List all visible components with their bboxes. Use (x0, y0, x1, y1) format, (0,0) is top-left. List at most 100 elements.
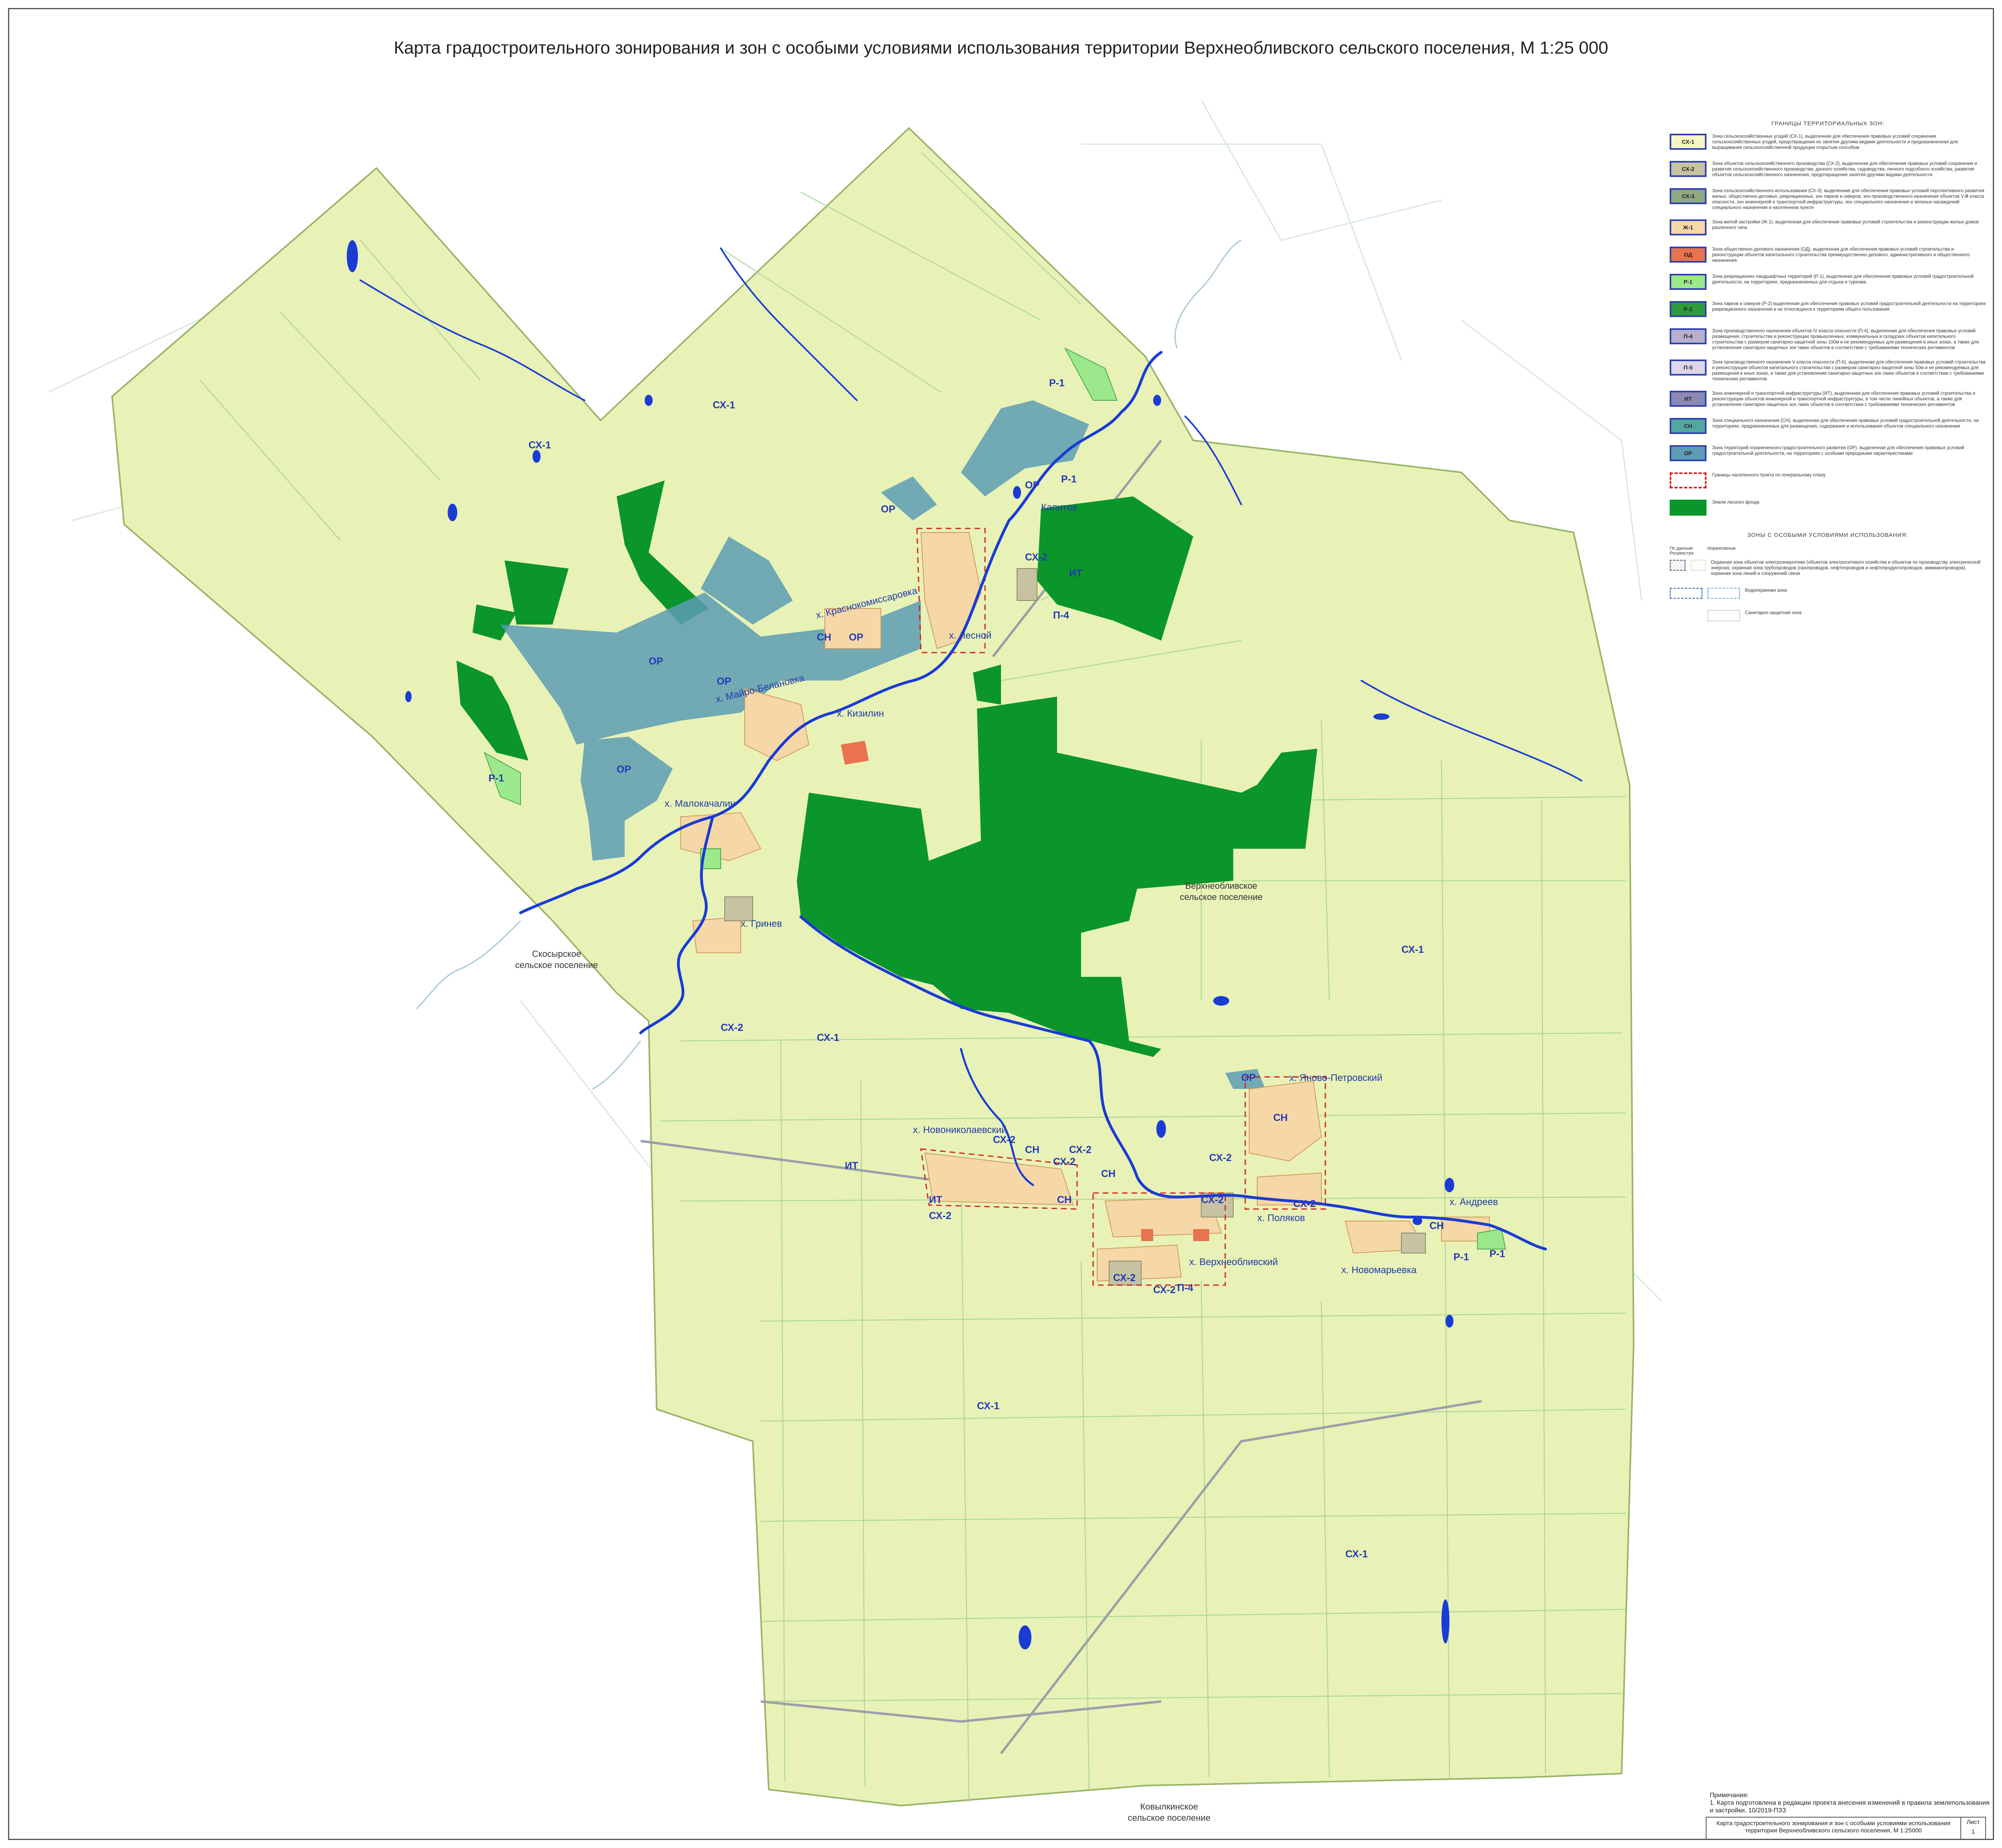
legend-swatch: П-4 (1670, 328, 1707, 344)
zone-label-p4: П-4 (1177, 1282, 1193, 1294)
legend-swatch: СХ-1 (1670, 134, 1707, 150)
swatch-normative (1707, 610, 1740, 621)
special-zone-text: Водоохранная зона (1745, 588, 1787, 593)
zone-label-or: ОР (881, 504, 895, 515)
legend-item: СН Зона специального назначения (СН), выд… (1670, 418, 1986, 436)
settlement-label: х. Кизилин (837, 708, 884, 719)
zone-label-sx2: СХ-2 (1113, 1272, 1136, 1284)
zone-label-sx2: СХ-2 (993, 1134, 1015, 1145)
zone-label-or: ОР (649, 656, 663, 667)
legend-text: Зона сельскохозяйственного использования… (1712, 189, 1984, 210)
admin-area-name: Ковылкинское (1140, 1802, 1198, 1812)
legend-items: СХ-1 Зона сельскохозяйственных угодий (СХ… (1670, 134, 1986, 464)
settlement-label: х. Андреев (1449, 1197, 1498, 1207)
admin-area-subtitle: сельское поселение (515, 960, 598, 970)
special-zone-power: Охранная зона объектов электроэнергетики… (1670, 560, 1986, 576)
zone-label-sn: СН (1025, 1144, 1039, 1155)
legend-item: СХ-1 Зона сельскохозяйственных угодий (СХ… (1670, 134, 1986, 152)
zone-label-sx2: СХ-2 (1209, 1152, 1232, 1163)
legend-swatch: СХ-2 (1670, 161, 1707, 177)
zone-label-it: ИТ (845, 1160, 858, 1171)
legend-item-forest: Земли лесного фонда (1670, 500, 1986, 518)
legend-text: Зона территорий ограниченного градострои… (1712, 446, 1964, 456)
special-zone-water: Водоохранная зона (1670, 588, 1986, 599)
zone-label-sx2: СХ-2 (1153, 1284, 1176, 1296)
legend-text: Зона сельскохозяйственных угодий (СХ-1),… (1712, 134, 1958, 150)
legend-item: ОР Зона территорий ограниченного градостр… (1670, 445, 1986, 464)
settlement-label: Капитов (1041, 502, 1077, 513)
notes: Примечания: 1. Карта подготовлена в реда… (1710, 1792, 1990, 1814)
legend-item: ИТ Зона инженерной и транспортной инфраст… (1670, 391, 1986, 409)
legend-swatch-dashed-boundary (1670, 472, 1707, 488)
zone-label-sx2: СХ-2 (929, 1210, 951, 1221)
zone-label-sx2: СХ-2 (721, 1022, 743, 1033)
admin-area-subtitle: сельское поселение (1180, 892, 1263, 902)
zone-label-it: ИТ (929, 1194, 942, 1205)
sheet-box: Лист 1 (1961, 1818, 1985, 1839)
zone-label-sx1: СХ-1 (713, 400, 735, 411)
legend-swatch: СН (1670, 418, 1707, 434)
admin-area-name: Скосырское (532, 949, 581, 959)
zone-label-or: ОР (1025, 480, 1039, 491)
settlement-label: х. Гринев (741, 918, 782, 929)
settlement-territory (111, 127, 1635, 1807)
legend-text: Зона жилой застройки (Ж-1), выделенная д… (1712, 220, 1979, 230)
admin-area-subtitle: сельское поселение (1128, 1813, 1211, 1823)
swatch-registry (1670, 610, 1703, 621)
zone-label-or: ОР (717, 676, 731, 687)
legend-item: Р-2 Зона парков и скверов (Р-2) выделенна… (1670, 301, 1986, 319)
zone-label-p4: П-4 (1053, 610, 1069, 621)
swatch-normative (1690, 560, 1706, 571)
legend-text: Зона общественно-делового назначения (ОД… (1712, 247, 1970, 263)
special-zone-sanitary: Санитарно-защитная зона (1670, 610, 1986, 621)
zone-label-sx1: СХ-1 (1401, 944, 1424, 955)
legend-text: Зона рекреационно-ландшафтных территорий… (1712, 274, 1974, 285)
notes-heading: Примечания: (1710, 1792, 1749, 1799)
legend-item: СХ-2 Зона объектов сельскохозяйственного … (1670, 161, 1986, 179)
legend-swatch: П-5 (1670, 360, 1707, 376)
legend-item: П-4 Зона производственного назначения объ… (1670, 328, 1986, 351)
zone-label-sn: СН (1429, 1220, 1444, 1231)
legend-item: Р-1 Зона рекреационно-ландшафтных террито… (1670, 274, 1986, 292)
swatch-registry (1670, 588, 1703, 599)
notes-text: 1. Карта подготовлена в редакции проекта… (1710, 1800, 1990, 1814)
legend-swatch: ОР (1670, 445, 1707, 461)
title-block: Карта градостроительного зонирования и з… (1706, 1817, 1986, 1840)
zone-label-sx2: СХ-2 (1201, 1194, 1224, 1205)
legend-item: П-5 Зона производственного назначения V к… (1670, 360, 1986, 382)
sheet-number: 1 (1971, 1828, 1975, 1835)
legend-text: Зона специального назначения (СН), выдел… (1712, 418, 1979, 429)
legend-text: Зона объектов сельскохозяйственного прои… (1712, 161, 1977, 177)
legend-item: СХ-3 Зона сельскохозяйственного использов… (1670, 188, 1986, 211)
zone-label-or: ОР (617, 764, 631, 775)
legend-swatch: Р-2 (1670, 301, 1707, 317)
zone-label-sn: СН (817, 632, 831, 643)
col-registry: По данным Росреестра (1670, 546, 1694, 556)
zone-label-r1: Р-1 (1061, 474, 1077, 485)
settlement-label: х. Верхнеобливский (1189, 1257, 1278, 1267)
settlement-label: х. Новомарьевка (1341, 1265, 1417, 1276)
legend-text: Зона инженерной и транспортной инфрастру… (1712, 391, 1976, 407)
legend-heading: ГРАНИЦЫ ТЕРРИТОРИАЛЬНЫХ ЗОН: (1771, 120, 1884, 127)
legend-swatch: ИТ (1670, 391, 1707, 407)
zone-label-sx1: СХ-1 (1345, 1549, 1368, 1560)
zone-label-or: ОР (849, 632, 863, 643)
swatch-normative (1707, 588, 1740, 599)
zone-label-sx1: СХ-1 (977, 1400, 999, 1412)
legend-swatch-forest (1670, 500, 1707, 516)
settlement-label: х. Новониколаевский (913, 1125, 1007, 1135)
legend-text: Зона парков и скверов (Р-2) выделенная д… (1712, 301, 1986, 312)
special-zone-text: Санитарно-защитная зона (1745, 611, 1802, 615)
special-zones-heading: ЗОНЫ С ОСОБЫМИ УСЛОВИЯМИ ИСПОЛЬЗОВАНИЯ: (1747, 532, 1908, 538)
zone-label-sx1: СХ-1 (817, 1032, 839, 1043)
legend-item: Ж-1 Зона жилой застройки (Ж-1), выделенна… (1670, 219, 1986, 238)
admin-area-name: Верхнеобливское (1185, 881, 1257, 891)
legend-item: ОД Зона общественно-делового назначения (… (1670, 247, 1986, 265)
zone-label-it: ИТ (1069, 568, 1082, 579)
zone-label-sn: СН (1057, 1194, 1071, 1205)
zone-label-sx2: СХ-2 (1293, 1198, 1316, 1209)
special-zone-text: Охранная зона объектов электроэнергетики… (1711, 560, 1981, 576)
title-block-text: Карта градостроительного зонирования и з… (1707, 1818, 1961, 1839)
col-normative: Нормативные (1707, 546, 1736, 551)
legend-swatch: Ж-1 (1670, 219, 1707, 235)
